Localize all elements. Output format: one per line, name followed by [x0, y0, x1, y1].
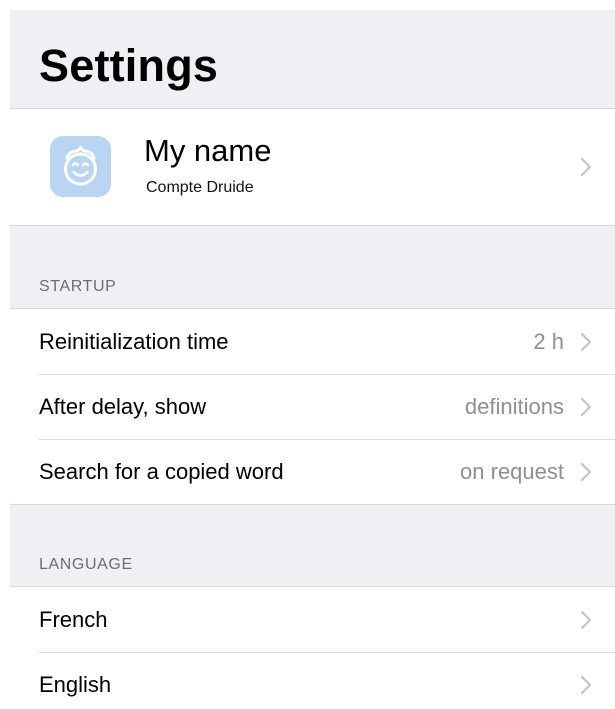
- language-group: French English: [10, 586, 615, 709]
- row-value: on request: [460, 459, 564, 484]
- chevron-right-icon: [579, 156, 593, 178]
- settings-screen: Settings My name Compte Druide STARTUP R…: [10, 10, 615, 709]
- profile-account: Compte Druide: [146, 179, 254, 196]
- section-header-language: LANGUAGE: [39, 556, 133, 573]
- profile-row[interactable]: My name Compte Druide: [10, 109, 615, 226]
- section-header-startup: STARTUP: [39, 278, 117, 295]
- smiling-face-icon: [50, 136, 111, 197]
- chevron-right-icon: [579, 461, 593, 483]
- setting-row-copied-word-search[interactable]: Search for a copied word on request: [10, 439, 615, 504]
- chevron-right-icon: [579, 609, 593, 631]
- chevron-right-icon: [579, 674, 593, 696]
- chevron-right-icon: [579, 396, 593, 418]
- setting-row-english[interactable]: English: [10, 652, 615, 709]
- navigation-header: Settings: [10, 10, 615, 109]
- startup-group: Reinitialization time 2 h After delay, s…: [10, 308, 615, 505]
- row-label: English: [39, 672, 112, 697]
- row-label: Reinitialization time: [39, 329, 229, 354]
- setting-row-french[interactable]: French: [10, 587, 615, 652]
- row-label: French: [39, 607, 108, 632]
- row-label: After delay, show: [39, 394, 207, 419]
- row-value: 2 h: [533, 329, 564, 354]
- row-label: Search for a copied word: [39, 459, 284, 484]
- profile-name: My name: [144, 133, 272, 168]
- setting-row-after-delay[interactable]: After delay, show definitions: [10, 374, 615, 439]
- page-title: Settings: [39, 40, 219, 91]
- row-value: definitions: [464, 394, 564, 419]
- chevron-right-icon: [579, 331, 593, 353]
- setting-row-reinitialization-time[interactable]: Reinitialization time 2 h: [10, 309, 615, 374]
